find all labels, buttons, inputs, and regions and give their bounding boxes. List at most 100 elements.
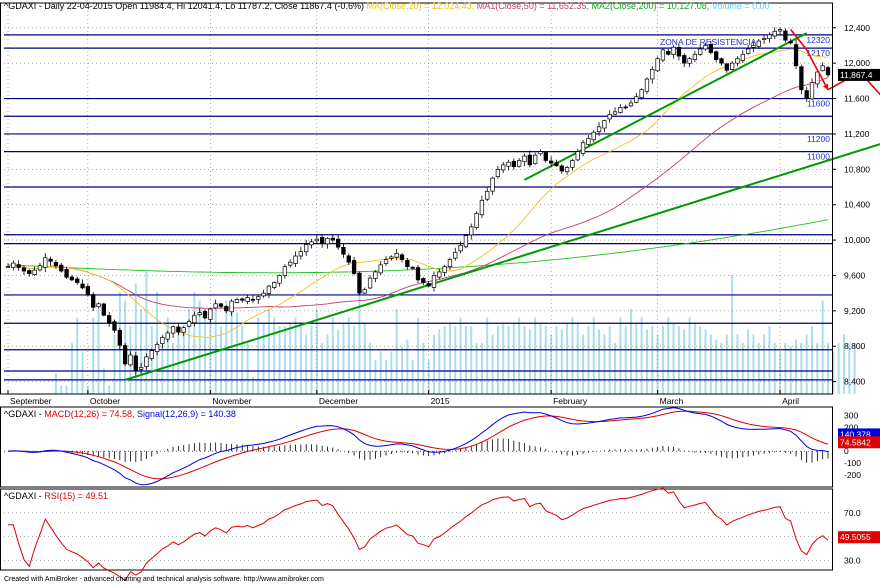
candle-body xyxy=(288,261,293,266)
volume-bar xyxy=(720,343,723,394)
candle-body xyxy=(367,277,373,289)
volume-bar xyxy=(353,326,356,394)
volume-bar xyxy=(704,329,707,394)
candle-body xyxy=(442,266,447,273)
signal-line xyxy=(7,410,829,480)
volume-bar xyxy=(640,317,643,394)
candle-body xyxy=(628,102,634,107)
candle-body xyxy=(298,251,304,257)
axis-tick-label: 12,400 xyxy=(844,23,870,33)
volume-bar xyxy=(81,351,84,394)
candle-body xyxy=(53,262,59,267)
volume-bar xyxy=(331,317,334,394)
axis-tick-label: 10,800 xyxy=(844,164,870,174)
candle-body xyxy=(426,283,431,287)
volume-bar xyxy=(76,317,79,394)
month-label: November xyxy=(212,396,251,406)
candle-body xyxy=(511,161,516,168)
candle-body xyxy=(612,111,618,115)
candle-body xyxy=(181,327,186,333)
volume-bar xyxy=(518,317,521,394)
candle-body xyxy=(277,275,282,284)
candle-body xyxy=(69,276,75,281)
volume-bar xyxy=(795,339,798,394)
volume-bar xyxy=(827,343,829,394)
volume-bar xyxy=(512,322,515,394)
candle-body xyxy=(548,160,554,164)
candle-body xyxy=(399,254,405,260)
candle-body xyxy=(37,265,43,271)
candle-body xyxy=(218,303,224,307)
volume-bar xyxy=(470,326,473,394)
candle-body xyxy=(772,30,777,37)
candle-body xyxy=(591,131,596,141)
candle-body xyxy=(272,282,277,288)
candle-body xyxy=(21,267,27,272)
volume-bar xyxy=(789,346,792,394)
candle-body xyxy=(16,264,21,268)
candle-body xyxy=(756,40,761,47)
candle-body xyxy=(91,294,96,308)
date-axis: September October November December 2015 Febr… xyxy=(7,390,799,406)
candle-body xyxy=(554,162,559,167)
candle-body xyxy=(208,308,213,320)
candle-body xyxy=(708,44,714,53)
volume-bar xyxy=(443,326,446,394)
volume-bar xyxy=(614,343,617,394)
macd-tick-label: -200 xyxy=(844,470,861,480)
volume-bar xyxy=(299,326,302,394)
macd-tick-label: 300 xyxy=(844,410,858,420)
volume-bar xyxy=(709,334,712,394)
volume-bar xyxy=(683,329,686,394)
candle-body xyxy=(719,58,724,64)
candle-body xyxy=(197,312,202,316)
rsi-header-value: RSI(15) = 49.51 xyxy=(44,491,109,501)
volume-bar xyxy=(230,309,233,394)
ma200-header: MA2(Close,200) = 10,127.08, xyxy=(591,1,710,11)
volume-bar xyxy=(283,326,286,394)
candle-body xyxy=(213,303,218,309)
volume-bar xyxy=(145,271,148,394)
candle-body xyxy=(373,271,378,279)
axis-tick-label: 9,200 xyxy=(844,306,866,316)
candle-body xyxy=(522,155,527,163)
volume-bar xyxy=(566,322,569,394)
candle-body xyxy=(330,237,335,241)
volume-bar xyxy=(800,343,803,394)
rsi-tick-label: 70.0 xyxy=(844,508,861,518)
candle-body xyxy=(639,89,644,99)
candle-body xyxy=(357,272,362,294)
candle-body xyxy=(325,237,330,245)
axis-tick-label: 10,400 xyxy=(844,200,870,210)
volume-bar xyxy=(464,326,467,394)
candle-body xyxy=(479,199,485,216)
volume-bar xyxy=(305,334,308,394)
candle-body xyxy=(618,107,623,113)
candle-body xyxy=(745,48,751,54)
candle-body xyxy=(138,367,144,370)
candle-body xyxy=(623,106,628,109)
volume-bar xyxy=(337,329,340,394)
candle-body xyxy=(122,345,128,365)
candle-body xyxy=(447,259,453,267)
rsi-panel: 30.050.070.0 xyxy=(4,487,861,582)
candle-body xyxy=(501,164,506,171)
level-label: 11200 xyxy=(807,134,830,144)
volume-bar xyxy=(241,326,244,394)
volume-bar xyxy=(65,385,68,394)
candle-body xyxy=(48,258,53,262)
volume-bar xyxy=(528,329,531,394)
candle-body xyxy=(256,296,261,300)
candle-body xyxy=(735,58,740,64)
volume-bar xyxy=(837,343,840,394)
volume-bar xyxy=(310,326,313,394)
candle-body xyxy=(85,286,91,296)
volume-bar xyxy=(395,309,398,394)
volume-bar xyxy=(715,339,718,394)
volume-bar xyxy=(661,326,664,394)
volume-bar xyxy=(417,317,419,394)
candle-body xyxy=(96,303,101,308)
candle-body xyxy=(570,160,575,168)
candle-body xyxy=(32,269,37,275)
candle-body xyxy=(261,292,266,297)
